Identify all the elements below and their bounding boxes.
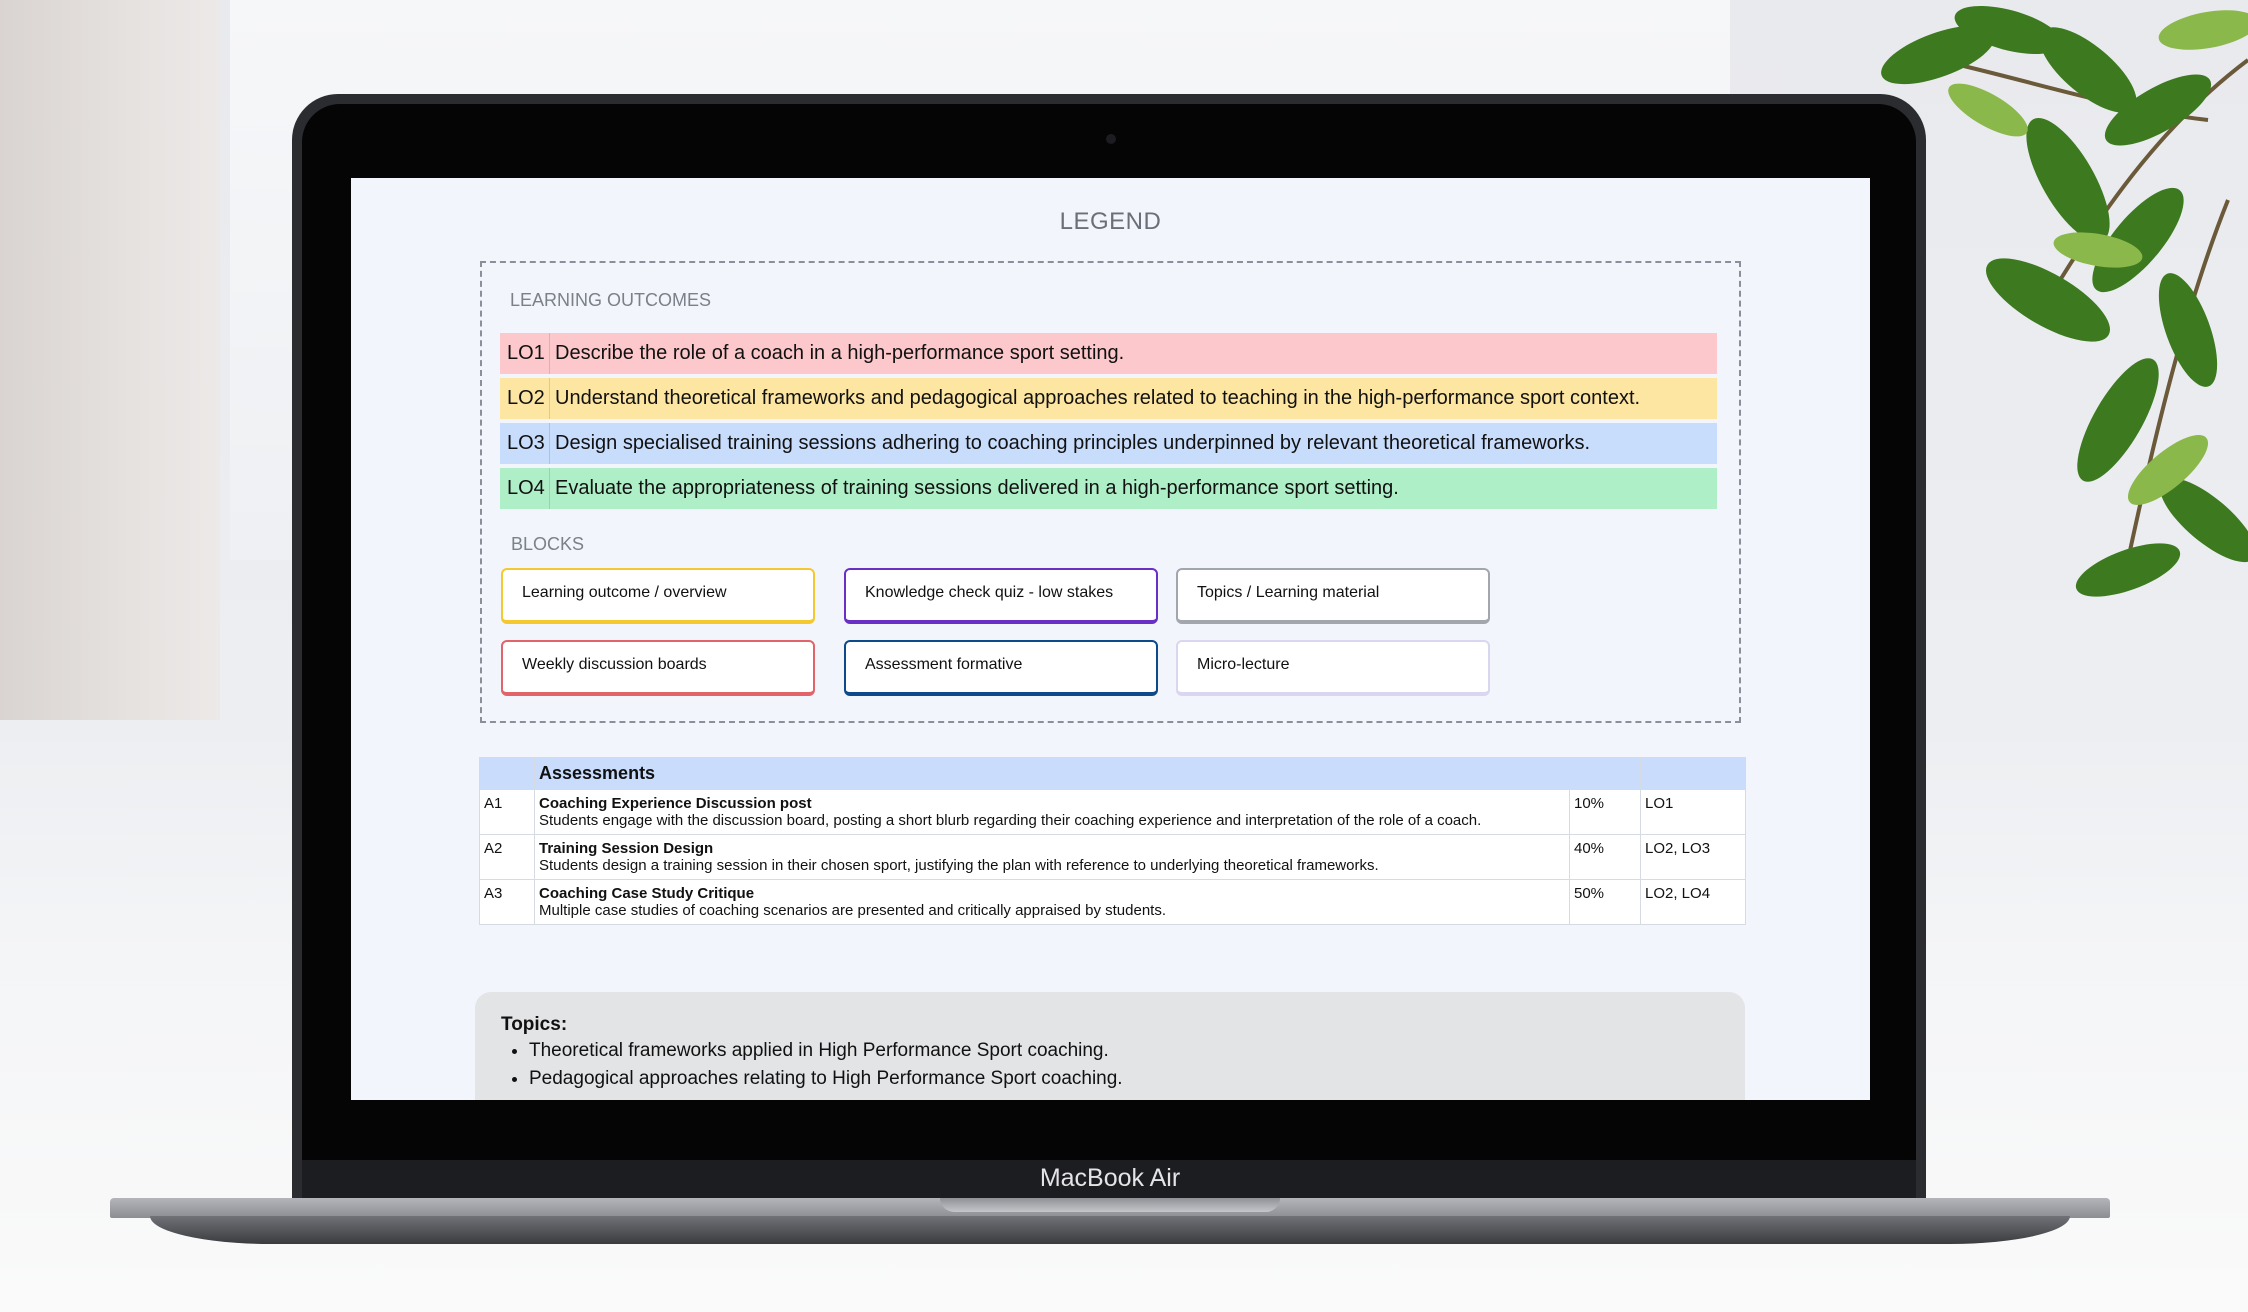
table-row: A2 Training Session Design Students desi… bbox=[479, 834, 1746, 880]
table-header-row: Assessments bbox=[479, 757, 1746, 790]
assessment-weight: 10% bbox=[1569, 789, 1641, 835]
topics-list: Theoretical frameworks applied in High P… bbox=[499, 1036, 1123, 1096]
background-curtain bbox=[0, 0, 220, 800]
block-weekly-discussion-boards: Weekly discussion boards bbox=[501, 640, 815, 696]
assessment-weight: 40% bbox=[1569, 834, 1641, 880]
block-label: Knowledge check quiz - low stakes bbox=[865, 584, 1114, 601]
assessments-header: Assessments bbox=[534, 757, 1570, 790]
block-label: Assessment formative bbox=[865, 656, 1023, 673]
learning-outcome-row: LO2 Understand theoretical frameworks an… bbox=[500, 378, 1717, 419]
laptop-base-front bbox=[150, 1216, 2070, 1244]
outcome-code: LO3 bbox=[500, 423, 550, 464]
assessment-cell: Coaching Experience Discussion post Stud… bbox=[534, 789, 1570, 835]
assessments-table: Assessments A1 Coaching Experience Discu… bbox=[479, 757, 1746, 925]
assessment-id: A3 bbox=[479, 879, 535, 925]
table-row: A3 Coaching Case Study Critique Multiple… bbox=[479, 879, 1746, 925]
topics-title: Topics: bbox=[501, 1014, 568, 1035]
topics-panel: Topics: Theoretical frameworks applied i… bbox=[475, 992, 1745, 1100]
assessment-title: Coaching Case Study Critique bbox=[539, 885, 755, 902]
outcome-text: Design specialised training sessions adh… bbox=[555, 432, 1591, 454]
assessment-description: Students design a training session in th… bbox=[539, 857, 1379, 874]
assessment-title: Training Session Design bbox=[539, 840, 714, 857]
table-header-cell bbox=[479, 757, 535, 790]
assessment-weight: 50% bbox=[1569, 879, 1641, 925]
outcome-code: LO1 bbox=[500, 333, 550, 374]
outcome-code: LO2 bbox=[500, 378, 550, 419]
assessment-id: A1 bbox=[479, 789, 535, 835]
block-label: Topics / Learning material bbox=[1197, 584, 1380, 601]
list-item: Pedagogical approaches relating to High … bbox=[529, 1068, 1123, 1090]
block-knowledge-check-quiz: Knowledge check quiz - low stakes bbox=[844, 568, 1158, 624]
block-micro-lecture: Micro-lecture bbox=[1176, 640, 1490, 696]
list-item: Theoretical frameworks applied in High P… bbox=[529, 1040, 1123, 1062]
learning-outcomes-label: LEARNING OUTCOMES bbox=[510, 290, 712, 310]
blocks-label: BLOCKS bbox=[511, 534, 585, 554]
block-label: Weekly discussion boards bbox=[522, 656, 707, 673]
assessment-cell: Coaching Case Study Critique Multiple ca… bbox=[534, 879, 1570, 925]
outcome-text: Evaluate the appropriateness of training… bbox=[555, 477, 1399, 499]
assessment-description: Multiple case studies of coaching scenar… bbox=[539, 902, 1167, 919]
assessment-outcomes: LO2, LO4 bbox=[1640, 879, 1746, 925]
device-brand-label: MacBook Air bbox=[1039, 1164, 1181, 1192]
table-header-cell bbox=[1569, 757, 1641, 790]
block-topics-learning-material: Topics / Learning material bbox=[1176, 568, 1490, 624]
block-label: Learning outcome / overview bbox=[522, 584, 727, 601]
laptop-opening-notch bbox=[940, 1198, 1280, 1212]
laptop-screen: LEGEND LEARNING OUTCOMES LO1 Describe th… bbox=[351, 178, 1870, 1100]
block-label: Micro-lecture bbox=[1197, 656, 1290, 673]
learning-outcome-row: LO3 Design specialised training sessions… bbox=[500, 423, 1717, 464]
outcome-text: Describe the role of a coach in a high-p… bbox=[555, 342, 1125, 364]
legend-title: LEGEND bbox=[1059, 208, 1162, 235]
block-assessment-formative: Assessment formative bbox=[844, 640, 1158, 696]
learning-outcome-row: LO1 Describe the role of a coach in a hi… bbox=[500, 333, 1717, 374]
assessment-description: Students engage with the discussion boar… bbox=[539, 812, 1482, 829]
learning-outcome-row: LO4 Evaluate the appropriateness of trai… bbox=[500, 468, 1717, 509]
outcome-text: Understand theoretical frameworks and pe… bbox=[555, 387, 1641, 409]
camera-icon bbox=[1106, 134, 1116, 144]
assessment-outcomes: LO1 bbox=[1640, 789, 1746, 835]
assessment-outcomes: LO2, LO3 bbox=[1640, 834, 1746, 880]
assessment-cell: Training Session Design Students design … bbox=[534, 834, 1570, 880]
assessment-title: Coaching Experience Discussion post bbox=[539, 795, 812, 812]
table-row: A1 Coaching Experience Discussion post S… bbox=[479, 789, 1746, 835]
table-header-cell bbox=[1640, 757, 1746, 790]
assessment-id: A2 bbox=[479, 834, 535, 880]
block-learning-outcome-overview: Learning outcome / overview bbox=[501, 568, 815, 624]
outcome-code: LO4 bbox=[500, 468, 550, 509]
